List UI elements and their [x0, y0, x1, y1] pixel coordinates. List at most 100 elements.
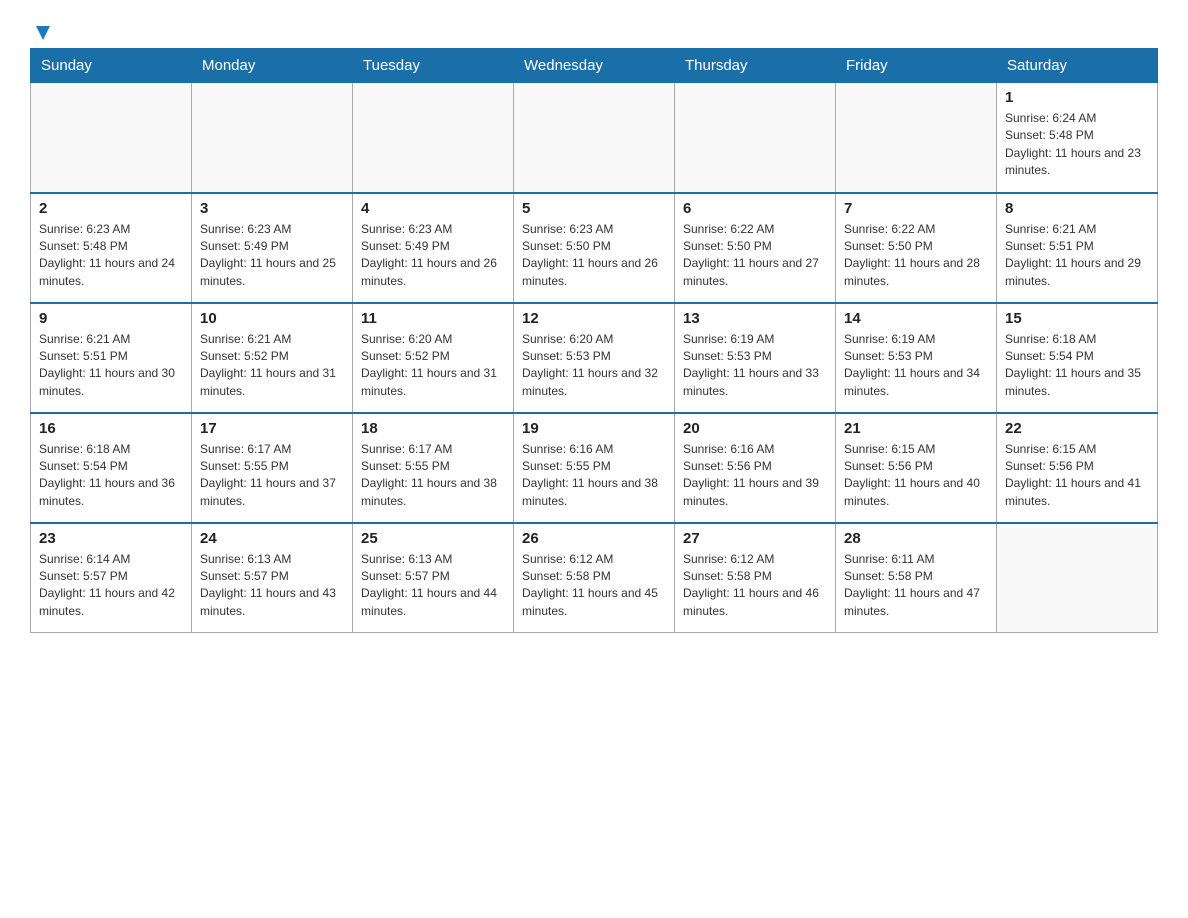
calendar-cell: 6 Sunrise: 6:22 AM Sunset: 5:50 PM Daylig… — [675, 193, 836, 303]
day-number: 9 — [39, 310, 183, 327]
calendar-cell: 23 Sunrise: 6:14 AM Sunset: 5:57 PM Dayli… — [31, 523, 192, 633]
calendar-cell — [353, 83, 514, 193]
calendar-cell: 5 Sunrise: 6:23 AM Sunset: 5:50 PM Daylig… — [514, 193, 675, 303]
calendar-cell — [997, 523, 1158, 633]
calendar-cell — [31, 83, 192, 193]
day-info: Sunrise: 6:11 AM Sunset: 5:58 PM Dayligh… — [844, 551, 988, 621]
calendar-week-row: 9 Sunrise: 6:21 AM Sunset: 5:51 PM Daylig… — [31, 303, 1158, 413]
calendar-week-row: 23 Sunrise: 6:14 AM Sunset: 5:57 PM Dayli… — [31, 523, 1158, 633]
calendar-week-row: 1 Sunrise: 6:24 AM Sunset: 5:48 PM Daylig… — [31, 83, 1158, 193]
calendar-cell — [675, 83, 836, 193]
day-number: 25 — [361, 530, 505, 547]
calendar-cell: 14Sunrise: 6:19 AM Sunset: 5:53 PM Dayli… — [836, 303, 997, 413]
weekday-header-saturday: Saturday — [997, 49, 1158, 83]
weekday-header-monday: Monday — [192, 49, 353, 83]
calendar-cell: 21 Sunrise: 6:15 AM Sunset: 5:56 PM Dayli… — [836, 413, 997, 523]
day-info: Sunrise: 6:15 AM Sunset: 5:56 PM Dayligh… — [844, 441, 988, 511]
day-info: Sunrise: 6:23 AM Sunset: 5:48 PM Dayligh… — [39, 221, 183, 291]
day-number: 20 — [683, 420, 827, 437]
day-number: 28 — [844, 530, 988, 547]
day-number: 14 — [844, 310, 988, 327]
calendar-cell: 26 Sunrise: 6:12 AM Sunset: 5:58 PM Dayli… — [514, 523, 675, 633]
calendar-cell: 12Sunrise: 6:20 AM Sunset: 5:53 PM Dayli… — [514, 303, 675, 413]
logo-triangle-icon — [32, 22, 54, 44]
day-number: 2 — [39, 200, 183, 217]
day-number: 7 — [844, 200, 988, 217]
calendar-cell: 20 Sunrise: 6:16 AM Sunset: 5:56 PM Dayli… — [675, 413, 836, 523]
day-info: Sunrise: 6:22 AM Sunset: 5:50 PM Dayligh… — [683, 221, 827, 291]
day-number: 23 — [39, 530, 183, 547]
day-info: Sunrise: 6:24 AM Sunset: 5:48 PM Dayligh… — [1005, 110, 1149, 180]
day-info: Sunrise: 6:12 AM Sunset: 5:58 PM Dayligh… — [683, 551, 827, 621]
day-number: 27 — [683, 530, 827, 547]
calendar-cell: 19 Sunrise: 6:16 AM Sunset: 5:55 PM Dayli… — [514, 413, 675, 523]
calendar-cell: 11 Sunrise: 6:20 AM Sunset: 5:52 PM Dayli… — [353, 303, 514, 413]
day-number: 12 — [522, 310, 666, 327]
calendar-cell: 10 Sunrise: 6:21 AM Sunset: 5:52 PM Dayli… — [192, 303, 353, 413]
calendar-cell: 15 Sunrise: 6:18 AM Sunset: 5:54 PM Dayli… — [997, 303, 1158, 413]
day-number: 10 — [200, 310, 344, 327]
day-info: Sunrise: 6:17 AM Sunset: 5:55 PM Dayligh… — [200, 441, 344, 511]
calendar-cell: 22 Sunrise: 6:15 AM Sunset: 5:56 PM Dayli… — [997, 413, 1158, 523]
calendar-cell: 1 Sunrise: 6:24 AM Sunset: 5:48 PM Daylig… — [997, 83, 1158, 193]
day-info: Sunrise: 6:23 AM Sunset: 5:50 PM Dayligh… — [522, 221, 666, 291]
calendar-cell: 28 Sunrise: 6:11 AM Sunset: 5:58 PM Dayli… — [836, 523, 997, 633]
calendar-cell — [836, 83, 997, 193]
day-info: Sunrise: 6:13 AM Sunset: 5:57 PM Dayligh… — [200, 551, 344, 621]
calendar-cell: 27 Sunrise: 6:12 AM Sunset: 5:58 PM Dayli… — [675, 523, 836, 633]
calendar-cell: 9 Sunrise: 6:21 AM Sunset: 5:51 PM Daylig… — [31, 303, 192, 413]
calendar-cell: 3Sunrise: 6:23 AM Sunset: 5:49 PM Daylig… — [192, 193, 353, 303]
calendar-cell: 7 Sunrise: 6:22 AM Sunset: 5:50 PM Daylig… — [836, 193, 997, 303]
weekday-header-thursday: Thursday — [675, 49, 836, 83]
day-number: 26 — [522, 530, 666, 547]
day-info: Sunrise: 6:14 AM Sunset: 5:57 PM Dayligh… — [39, 551, 183, 621]
day-info: Sunrise: 6:18 AM Sunset: 5:54 PM Dayligh… — [39, 441, 183, 511]
day-info: Sunrise: 6:15 AM Sunset: 5:56 PM Dayligh… — [1005, 441, 1149, 511]
day-number: 18 — [361, 420, 505, 437]
day-info: Sunrise: 6:18 AM Sunset: 5:54 PM Dayligh… — [1005, 331, 1149, 401]
day-number: 16 — [39, 420, 183, 437]
calendar-cell: 17 Sunrise: 6:17 AM Sunset: 5:55 PM Dayli… — [192, 413, 353, 523]
calendar-table: SundayMondayTuesdayWednesdayThursdayFrid… — [30, 48, 1158, 633]
day-info: Sunrise: 6:21 AM Sunset: 5:51 PM Dayligh… — [39, 331, 183, 401]
day-info: Sunrise: 6:22 AM Sunset: 5:50 PM Dayligh… — [844, 221, 988, 291]
day-number: 21 — [844, 420, 988, 437]
day-number: 11 — [361, 310, 505, 327]
calendar-cell: 8 Sunrise: 6:21 AM Sunset: 5:51 PM Daylig… — [997, 193, 1158, 303]
day-number: 19 — [522, 420, 666, 437]
day-number: 6 — [683, 200, 827, 217]
day-number: 24 — [200, 530, 344, 547]
calendar-week-row: 2 Sunrise: 6:23 AM Sunset: 5:48 PM Daylig… — [31, 193, 1158, 303]
weekday-header-tuesday: Tuesday — [353, 49, 514, 83]
day-number: 22 — [1005, 420, 1149, 437]
day-info: Sunrise: 6:16 AM Sunset: 5:55 PM Dayligh… — [522, 441, 666, 511]
day-info: Sunrise: 6:20 AM Sunset: 5:52 PM Dayligh… — [361, 331, 505, 401]
calendar-cell: 24 Sunrise: 6:13 AM Sunset: 5:57 PM Dayli… — [192, 523, 353, 633]
day-number: 13 — [683, 310, 827, 327]
calendar-header-row: SundayMondayTuesdayWednesdayThursdayFrid… — [31, 49, 1158, 83]
day-info: Sunrise: 6:19 AM Sunset: 5:53 PM Dayligh… — [683, 331, 827, 401]
day-info: Sunrise: 6:21 AM Sunset: 5:52 PM Dayligh… — [200, 331, 344, 401]
day-number: 17 — [200, 420, 344, 437]
page-header — [30, 20, 1158, 38]
weekday-header-friday: Friday — [836, 49, 997, 83]
logo — [30, 20, 54, 38]
calendar-cell: 2 Sunrise: 6:23 AM Sunset: 5:48 PM Daylig… — [31, 193, 192, 303]
day-number: 5 — [522, 200, 666, 217]
calendar-cell: 25 Sunrise: 6:13 AM Sunset: 5:57 PM Dayli… — [353, 523, 514, 633]
calendar-cell: 18 Sunrise: 6:17 AM Sunset: 5:55 PM Dayli… — [353, 413, 514, 523]
weekday-header-wednesday: Wednesday — [514, 49, 675, 83]
day-info: Sunrise: 6:16 AM Sunset: 5:56 PM Dayligh… — [683, 441, 827, 511]
day-info: Sunrise: 6:21 AM Sunset: 5:51 PM Dayligh… — [1005, 221, 1149, 291]
day-number: 8 — [1005, 200, 1149, 217]
day-info: Sunrise: 6:17 AM Sunset: 5:55 PM Dayligh… — [361, 441, 505, 511]
calendar-cell: 13 Sunrise: 6:19 AM Sunset: 5:53 PM Dayli… — [675, 303, 836, 413]
day-number: 15 — [1005, 310, 1149, 327]
day-info: Sunrise: 6:13 AM Sunset: 5:57 PM Dayligh… — [361, 551, 505, 621]
calendar-cell: 4Sunrise: 6:23 AM Sunset: 5:49 PM Daylig… — [353, 193, 514, 303]
day-info: Sunrise: 6:23 AM Sunset: 5:49 PM Dayligh… — [200, 221, 344, 291]
calendar-cell — [192, 83, 353, 193]
day-info: Sunrise: 6:12 AM Sunset: 5:58 PM Dayligh… — [522, 551, 666, 621]
day-number: 1 — [1005, 89, 1149, 106]
day-info: Sunrise: 6:23 AM Sunset: 5:49 PM Dayligh… — [361, 221, 505, 291]
